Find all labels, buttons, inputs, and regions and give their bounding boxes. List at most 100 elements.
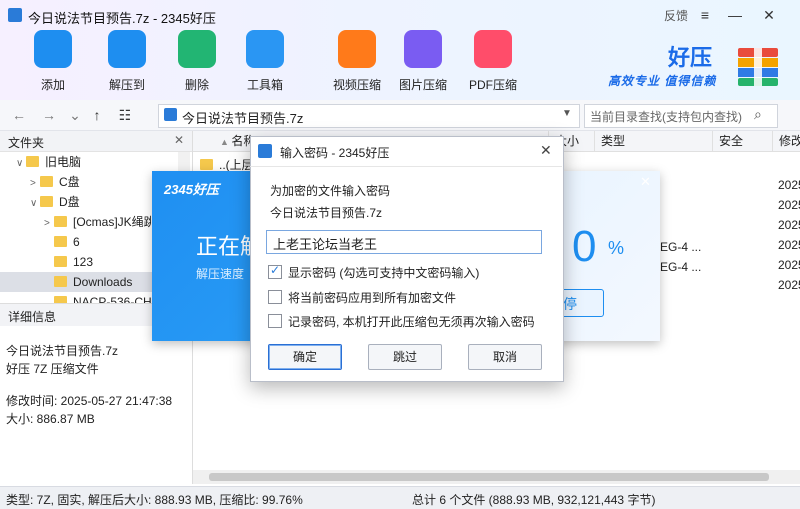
progress-close-icon[interactable]: ✕: [640, 174, 651, 190]
folder-tree-header: 文件夹 ✕: [0, 131, 192, 152]
password-input[interactable]: 上老王论坛当老王: [266, 230, 542, 254]
folder-icon: [26, 156, 39, 167]
tree-item-label: D盘: [59, 195, 80, 209]
pause-button-label: 停: [563, 296, 577, 312]
folder-tree-title: 文件夹: [8, 136, 45, 150]
tree-item-label: 123: [73, 255, 94, 269]
column-modified[interactable]: 修改: [772, 131, 800, 151]
folder-icon: [54, 216, 67, 227]
toolbar-button-3[interactable]: 工具箱: [234, 30, 296, 96]
ok-button[interactable]: 确定: [268, 344, 342, 370]
password-dialog-title: 输入密码 - 2345好压: [280, 146, 390, 160]
modified-cell: 2025: [778, 258, 800, 272]
add-box-icon: [34, 30, 72, 68]
expand-chevron-icon[interactable]: >: [44, 214, 54, 232]
menu-button[interactable]: ≡: [694, 4, 716, 26]
option-label: 记录密码, 本机打开此压缩包无须再次输入密码: [288, 315, 535, 329]
search-icon[interactable]: ⌕: [754, 106, 762, 123]
pdf-compress-icon: [474, 30, 512, 68]
password-option[interactable]: 记录密码, 本机打开此压缩包无须再次输入密码: [268, 313, 535, 330]
folder-icon: [40, 176, 53, 187]
option-label: 显示密码 (勾选可支持中文密码输入): [288, 266, 480, 280]
close-button[interactable]: ✕: [758, 4, 780, 26]
toolbar-label: 删除: [184, 78, 209, 92]
tree-item-label: 旧电脑: [45, 155, 82, 169]
password-option[interactable]: ✓ 显示密码 (勾选可支持中文密码输入): [268, 263, 480, 281]
expand-chevron-icon[interactable]: ∨: [30, 194, 40, 212]
status-left: 类型: 7Z, 固实, 解压后大小: 888.93 MB, 压缩比: 99.76…: [6, 493, 303, 507]
folder-icon: [54, 276, 67, 287]
toolbar-label: 图片压缩: [398, 78, 447, 92]
tree-item[interactable]: ∨ 旧电脑: [0, 152, 178, 172]
toolbar-button-0[interactable]: 添加: [22, 30, 84, 96]
feedback-link[interactable]: 反馈: [664, 7, 688, 24]
progress-speed-label: 解压速度: [196, 267, 245, 281]
status-bar: 类型: 7Z, 固实, 解压后大小: 888.93 MB, 压缩比: 99.76…: [0, 486, 800, 509]
column-type[interactable]: 类型: [594, 131, 711, 151]
option-label: 将当前密码应用到所有加密文件: [288, 291, 457, 305]
progress-percent: 0: [572, 222, 597, 271]
progress-percent-unit: %: [608, 238, 625, 258]
toolbar-label: 工具箱: [246, 78, 283, 92]
up-arrow-icon[interactable]: ↑: [88, 105, 106, 125]
checkmark-icon: ✓: [270, 263, 281, 277]
toolbar-label: 添加: [40, 78, 65, 92]
folder-icon: [54, 236, 67, 247]
cancel-button[interactable]: 取消: [468, 344, 542, 370]
haozip-box-logo: [738, 48, 778, 86]
details-filetype: 好压 7Z 压缩文件: [6, 362, 99, 376]
recycle-icon: [178, 30, 216, 68]
checkbox[interactable]: [268, 290, 282, 304]
toolbar-button-1[interactable]: 解压到: [96, 30, 158, 96]
horizontal-scrollbar[interactable]: [193, 470, 800, 484]
tree-item-label: [Ocmas]JK绳跳: [73, 215, 156, 229]
details-size: 大小: 886.87 MB: [6, 412, 95, 426]
checkbox-checked[interactable]: ✓: [268, 263, 282, 279]
window-title: 今日说法节目预告.7z - 2345好压: [28, 11, 216, 26]
close-tree-icon[interactable]: ✕: [174, 133, 184, 147]
toolbox-icon: [246, 30, 284, 68]
modified-cell: 2025: [778, 198, 800, 212]
view-mode-icon[interactable]: ☷: [116, 105, 134, 125]
folder-icon: [40, 196, 53, 207]
password-prompt: 为加密的文件输入密码: [270, 184, 391, 198]
password-option[interactable]: 将当前密码应用到所有加密文件: [268, 289, 456, 306]
column-security[interactable]: 安全: [712, 131, 773, 151]
password-value: 上老王论坛当老王: [273, 237, 378, 252]
progress-brand: 2345好压: [164, 182, 219, 197]
modified-cell: 2025: [778, 218, 800, 232]
skip-button[interactable]: 跳过: [368, 344, 442, 370]
details-modified: 修改时间: 2025-05-27 21:47:38: [6, 394, 173, 408]
video-compress-icon: [338, 30, 376, 68]
tree-item-label: Downloads: [73, 275, 133, 289]
type-cell: EG-4 ...: [660, 260, 702, 274]
address-dropdown-icon[interactable]: ▼: [562, 108, 572, 119]
toolbar-button-6[interactable]: PDF压缩: [462, 30, 524, 96]
modified-cell: 2025: [778, 238, 800, 252]
dialog-close-icon[interactable]: ✕: [540, 142, 552, 159]
back-arrow-icon[interactable]: ←: [10, 105, 28, 125]
toolbar-button-2[interactable]: 删除: [166, 30, 228, 96]
type-cell: EG-4 ...: [660, 240, 702, 254]
image-compress-icon: [404, 30, 442, 68]
minimize-button[interactable]: —: [724, 4, 746, 26]
toolbar-label: PDF压缩: [468, 78, 517, 92]
folder-icon: [54, 256, 67, 267]
toolbar-button-4[interactable]: 视频压缩: [326, 30, 388, 96]
checkbox[interactable]: [268, 314, 282, 328]
scroll-thumb[interactable]: [209, 473, 769, 481]
status-right: 总计 6 个文件 (888.93 MB, 932,121,443 字节): [412, 493, 656, 507]
forward-arrow-icon[interactable]: →: [40, 105, 58, 125]
expand-chevron-icon[interactable]: >: [30, 174, 40, 192]
app-icon: [8, 8, 22, 22]
tree-item-label: 6: [73, 235, 80, 249]
brand-slogan: 高效专业 值得信赖: [608, 74, 717, 88]
extract-box-icon: [108, 30, 146, 68]
history-chevron-icon[interactable]: ⌄: [66, 105, 84, 125]
brand-name: 好压: [668, 45, 713, 70]
tree-item-label: C盘: [59, 175, 80, 189]
expand-chevron-icon[interactable]: ∨: [16, 154, 26, 172]
toolbar-label: 视频压缩: [332, 78, 381, 92]
modified-cell: 2025: [778, 178, 800, 192]
toolbar-button-5[interactable]: 图片压缩: [392, 30, 454, 96]
